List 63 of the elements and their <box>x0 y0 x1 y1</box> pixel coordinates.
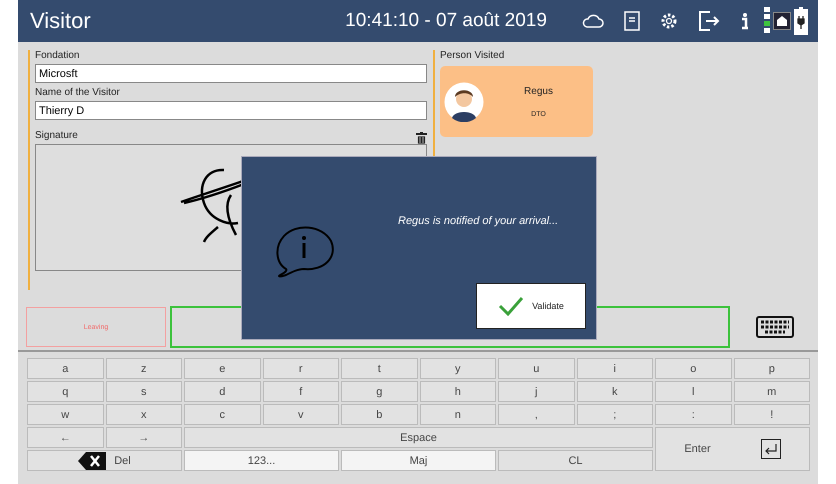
keyboard-key[interactable]: 123... <box>184 450 339 471</box>
keyboard-key[interactable]: s <box>106 381 182 402</box>
keyboard-key[interactable]: Del <box>27 450 182 471</box>
text-field[interactable]: Microsft <box>35 64 427 83</box>
notebook-icon[interactable] <box>624 11 640 31</box>
keyboard-key[interactable]: q <box>27 381 104 402</box>
keyboard-key[interactable]: Enter <box>655 427 810 471</box>
keyboard-key[interactable]: Espace <box>184 427 653 448</box>
keyboard-key[interactable]: v <box>262 404 339 425</box>
keyboard-key[interactable]: l <box>655 381 732 402</box>
page-title: Visitor <box>30 8 92 34</box>
keyboard-key[interactable]: , <box>498 404 574 425</box>
keyboard-key[interactable]: c <box>184 404 260 425</box>
signature-label: Signature <box>35 130 78 141</box>
text-field[interactable]: Thierry D <box>35 101 427 120</box>
keyboard-key[interactable]: i <box>576 358 653 379</box>
field-label: Name of the Visitor <box>35 87 121 98</box>
settings-icon[interactable] <box>660 12 678 30</box>
person-visited-label: Person Visited <box>440 50 506 61</box>
keyboard-key[interactable]: p <box>734 358 810 379</box>
dialog-message: Regus is notified of your arrival... <box>398 215 558 227</box>
keyboard-key[interactable]: Maj <box>341 450 496 471</box>
keyboard-key[interactable]: w <box>27 404 104 425</box>
signal-icon <box>764 7 770 35</box>
person-name: Regus <box>524 86 553 96</box>
validate-button[interactable]: Validate <box>476 283 586 329</box>
keyboard-key[interactable]: f <box>262 381 339 402</box>
keyboard-key[interactable]: h <box>420 381 496 402</box>
keyboard-key[interactable]: ; <box>576 404 653 425</box>
keyboard-key[interactable]: y <box>420 358 496 379</box>
keyboard-key[interactable]: g <box>341 381 418 402</box>
keyboard-key[interactable]: m <box>734 381 810 402</box>
plug-icon <box>794 7 808 35</box>
keyboard-key[interactable]: ← <box>27 427 104 448</box>
keyboard-key[interactable]: ! <box>734 404 810 425</box>
keyboard-key[interactable]: t <box>341 358 418 379</box>
keyboard-key[interactable]: k <box>576 381 653 402</box>
checkmark-icon <box>498 296 524 316</box>
network-icon <box>773 12 791 30</box>
keyboard-key[interactable]: : <box>655 404 732 425</box>
avatar-icon <box>444 82 484 122</box>
keyboard-key[interactable]: a <box>27 358 104 379</box>
datetime: 10:41:10 - 07 août 2019 <box>345 10 548 32</box>
keyboard-key[interactable]: e <box>184 358 260 379</box>
keyboard-key[interactable]: CL <box>498 450 653 471</box>
exit-icon[interactable] <box>698 10 720 32</box>
backspace-icon <box>78 452 106 470</box>
keyboard-key[interactable]: → <box>106 427 182 448</box>
keyboard-key[interactable]: o <box>655 358 732 379</box>
field-label: Fondation <box>35 50 80 61</box>
trash-icon[interactable] <box>416 132 427 144</box>
keyboard-key[interactable]: r <box>262 358 339 379</box>
keyboard-key[interactable]: d <box>184 381 260 402</box>
keyboard-key[interactable]: x <box>106 404 182 425</box>
keyboard-key[interactable]: u <box>498 358 574 379</box>
keyboard-key[interactable]: z <box>106 358 182 379</box>
keyboard-key[interactable]: n <box>420 404 496 425</box>
keyboard-key[interactable]: b <box>341 404 418 425</box>
keyboard-icon[interactable] <box>756 316 794 338</box>
info-icon[interactable] <box>740 11 750 31</box>
enter-icon <box>760 439 781 459</box>
cloud-icon[interactable] <box>582 14 604 28</box>
keyboard-key[interactable]: j <box>498 381 574 402</box>
